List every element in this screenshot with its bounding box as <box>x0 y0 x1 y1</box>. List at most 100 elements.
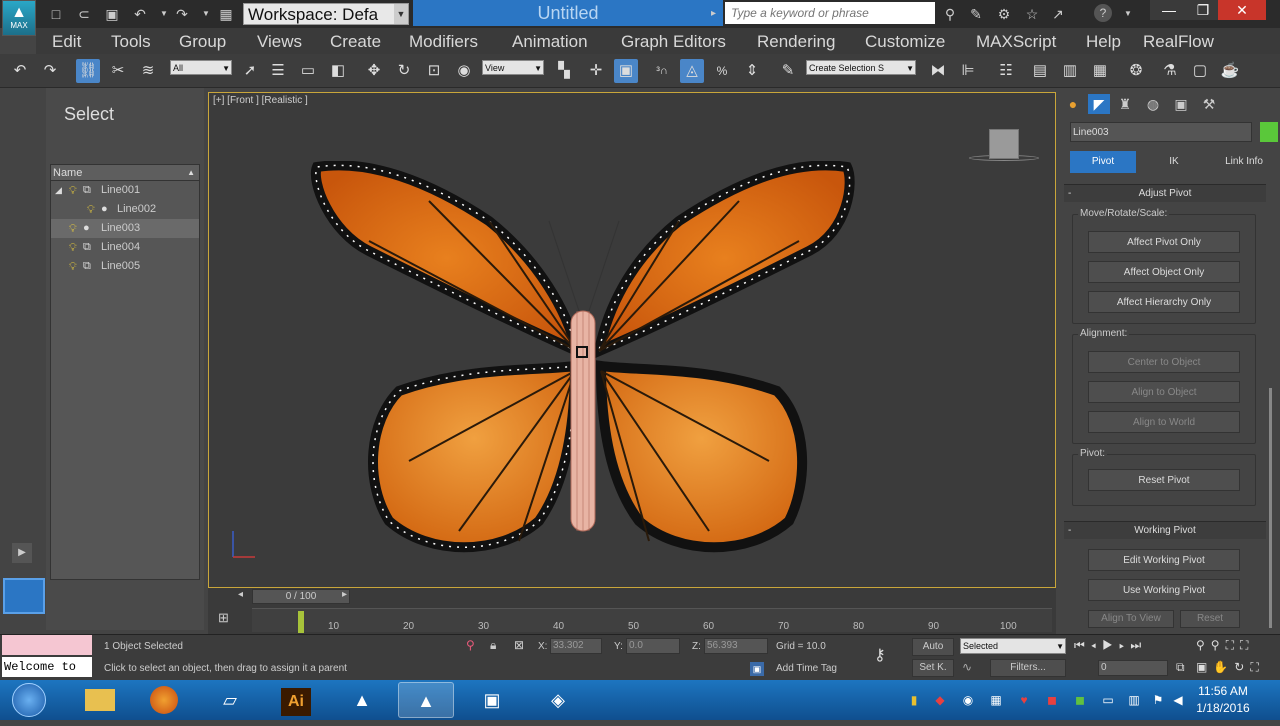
select-and-rotate-icon[interactable]: ↻ <box>392 59 416 83</box>
time-prev-icon[interactable]: ◂ <box>238 589 243 600</box>
select-by-name-icon[interactable]: ☰ <box>266 59 290 83</box>
redo-toolbar-icon[interactable]: ↷ <box>38 59 62 83</box>
center-to-object-button[interactable]: Center to Object <box>1088 351 1240 373</box>
align-to-view-button[interactable]: Align To View <box>1088 610 1174 628</box>
system-clock[interactable]: 11:56 AM 1/18/2016 <box>1188 683 1258 717</box>
percent-snap-toggle-icon[interactable]: % <box>710 59 734 83</box>
tray-icon-2[interactable]: ◆ <box>932 692 948 708</box>
angle-snap-toggle-icon[interactable]: ◬ <box>680 59 704 83</box>
hierarchy-tab-icon[interactable]: ♜ <box>1114 94 1136 114</box>
menu-tools[interactable]: Tools <box>111 32 151 52</box>
playback-controls[interactable]: ⏮◂▶▸⏭ <box>1074 638 1147 653</box>
tab-link-info[interactable]: Link Info <box>1214 151 1274 173</box>
auto-key-button[interactable]: Auto <box>912 638 954 656</box>
toggle-ribbon-icon[interactable]: ▥ <box>1058 59 1082 83</box>
selection-lock-icon[interactable]: 🔒︎ <box>490 638 496 653</box>
save-file-icon[interactable]: ▣ <box>102 4 122 24</box>
scene-row-line003[interactable]: 💡︎ ● Line003 <box>51 219 199 238</box>
time-slider[interactable]: 0 / 100 <box>252 589 350 604</box>
toggle-layer-explorer-icon[interactable]: ▤ <box>1028 59 1052 83</box>
tab-pivot[interactable]: Pivot <box>1070 151 1136 173</box>
use-working-pivot-button[interactable]: Use Working Pivot <box>1088 579 1240 601</box>
media-app-icon[interactable]: ◈ <box>530 682 586 718</box>
help-icon[interactable]: ? <box>1094 4 1112 22</box>
menu-edit[interactable]: Edit <box>52 32 81 52</box>
maximize-button[interactable]: ❐ <box>1188 0 1218 20</box>
use-pivot-point-center-icon[interactable]: ▚ <box>552 59 576 83</box>
create-tab-icon[interactable]: ● <box>1062 94 1084 114</box>
key-filters-button[interactable]: Filters... <box>990 659 1066 677</box>
rendered-frame-window-icon[interactable]: ▢ <box>1188 59 1212 83</box>
help-dropdown-icon[interactable]: ▼ <box>1118 4 1138 24</box>
redo-dropdown-icon[interactable]: ▼ <box>196 4 216 24</box>
viewport-label-menu[interactable]: [+] [Front ] [Realistic ] <box>213 95 308 106</box>
search-input[interactable] <box>725 2 935 24</box>
align-to-world-button[interactable]: Align to World <box>1088 411 1240 433</box>
select-object-icon[interactable]: ➚ <box>238 59 262 83</box>
flag-icon[interactable]: ⚑ <box>1150 692 1166 708</box>
time-next-icon[interactable]: ▸ <box>342 589 347 600</box>
close-button[interactable]: ✕ <box>1218 0 1266 20</box>
time-configuration-icon[interactable]: ⧉ <box>1176 660 1185 675</box>
working-pivot-rollout-header[interactable]: - Working Pivot <box>1064 521 1266 539</box>
affect-pivot-only-button[interactable]: Affect Pivot Only <box>1088 231 1240 253</box>
exchange-icon[interactable]: ↗ <box>1048 4 1068 24</box>
left-hindwing[interactable] <box>368 360 581 553</box>
3ds-max-active-icon[interactable]: ▲ <box>398 682 454 718</box>
select-and-link-icon[interactable]: ⛓ <box>76 59 100 83</box>
select-and-move-icon[interactable]: ✥ <box>362 59 386 83</box>
time-tag-icon[interactable]: ▣ <box>750 662 764 676</box>
tray-icon-5[interactable]: ♥ <box>1016 692 1032 708</box>
display-tab-icon[interactable]: ▣ <box>1170 94 1192 114</box>
menu-rendering[interactable]: Rendering <box>757 32 835 52</box>
viewport-layout-thumbnail[interactable] <box>3 578 45 614</box>
mirror-icon[interactable]: ⧓ <box>926 59 950 83</box>
menu-animation[interactable]: Animation <box>512 32 588 52</box>
z-coordinate-input[interactable]: 56.393 <box>704 638 768 654</box>
visibility-bulb-icon[interactable]: 💡︎ <box>87 201 95 220</box>
tray-icon-4[interactable]: ▦ <box>988 692 1004 708</box>
left-forewing[interactable] <box>310 161 585 360</box>
menu-help[interactable]: Help <box>1086 32 1121 52</box>
menu-maxscript[interactable]: MAXScript <box>976 32 1056 52</box>
toggle-scene-explorer-icon[interactable]: ☷ <box>994 59 1018 83</box>
default-tangent-icon[interactable]: ∿ <box>962 660 972 674</box>
adjust-pivot-rollout-header[interactable]: - Adjust Pivot <box>1064 184 1266 202</box>
reset-pivot-button[interactable]: Reset Pivot <box>1088 469 1240 491</box>
spinner-snap-toggle-icon[interactable]: ⇕ <box>740 59 764 83</box>
new-file-icon[interactable]: □ <box>46 4 66 24</box>
open-file-icon[interactable]: ⊂ <box>74 4 94 24</box>
render-setup-icon[interactable]: ⚗ <box>1158 59 1182 83</box>
maxscript-listener-output[interactable] <box>2 635 92 655</box>
app-menu-button[interactable]: ▲ MAX <box>2 0 36 36</box>
viewport-orbit-controls[interactable]: ▣✋↻⛶ <box>1196 660 1265 675</box>
gpu-tool-icon[interactable]: ▣ <box>464 682 520 718</box>
align-to-object-button[interactable]: Align to Object <box>1088 381 1240 403</box>
unlink-selection-icon[interactable]: ✂ <box>106 59 130 83</box>
rectangular-selection-icon[interactable]: ▭ <box>296 59 320 83</box>
x-coordinate-input[interactable]: 33.302 <box>550 638 602 654</box>
reference-coordinate-dropdown[interactable]: View ▼ <box>482 60 544 75</box>
isolate-selection-icon[interactable]: ⚲ <box>466 638 475 652</box>
minimize-button[interactable]: — <box>1150 0 1188 20</box>
menu-group[interactable]: Group <box>179 32 226 52</box>
select-and-place-icon[interactable]: ◉ <box>452 59 476 83</box>
scene-row-line005[interactable]: 💡︎ ⧉ Line005 <box>51 257 199 276</box>
current-frame-input[interactable]: 0 <box>1098 660 1168 676</box>
tray-icon-7[interactable]: ◼ <box>1072 692 1088 708</box>
track-ruler[interactable]: 10 20 30 40 50 60 70 80 90 100 <box>252 608 1052 633</box>
align-icon[interactable]: ⊫ <box>956 59 980 83</box>
binoculars-icon[interactable]: ⚲ <box>940 4 960 24</box>
undo-dropdown-icon[interactable]: ▼ <box>154 4 174 24</box>
menu-views[interactable]: Views <box>257 32 302 52</box>
motion-tab-icon[interactable]: ◍ <box>1142 94 1164 114</box>
utilities-tab-icon[interactable]: ⚒ <box>1198 94 1220 114</box>
selection-filter-dropdown[interactable]: All ▼ <box>170 60 232 75</box>
search-expand-icon[interactable]: ▸ <box>711 4 723 24</box>
curve-editor-icon[interactable]: ▦ <box>1088 59 1112 83</box>
tray-icon-6[interactable]: ◼ <box>1044 692 1060 708</box>
network-icon[interactable]: ▥ <box>1126 692 1142 708</box>
snaps-toggle-icon[interactable]: ³∩ <box>650 59 674 83</box>
object-color-swatch[interactable] <box>1260 122 1278 142</box>
named-selection-set-dropdown[interactable]: Create Selection S ▼ <box>806 60 916 75</box>
